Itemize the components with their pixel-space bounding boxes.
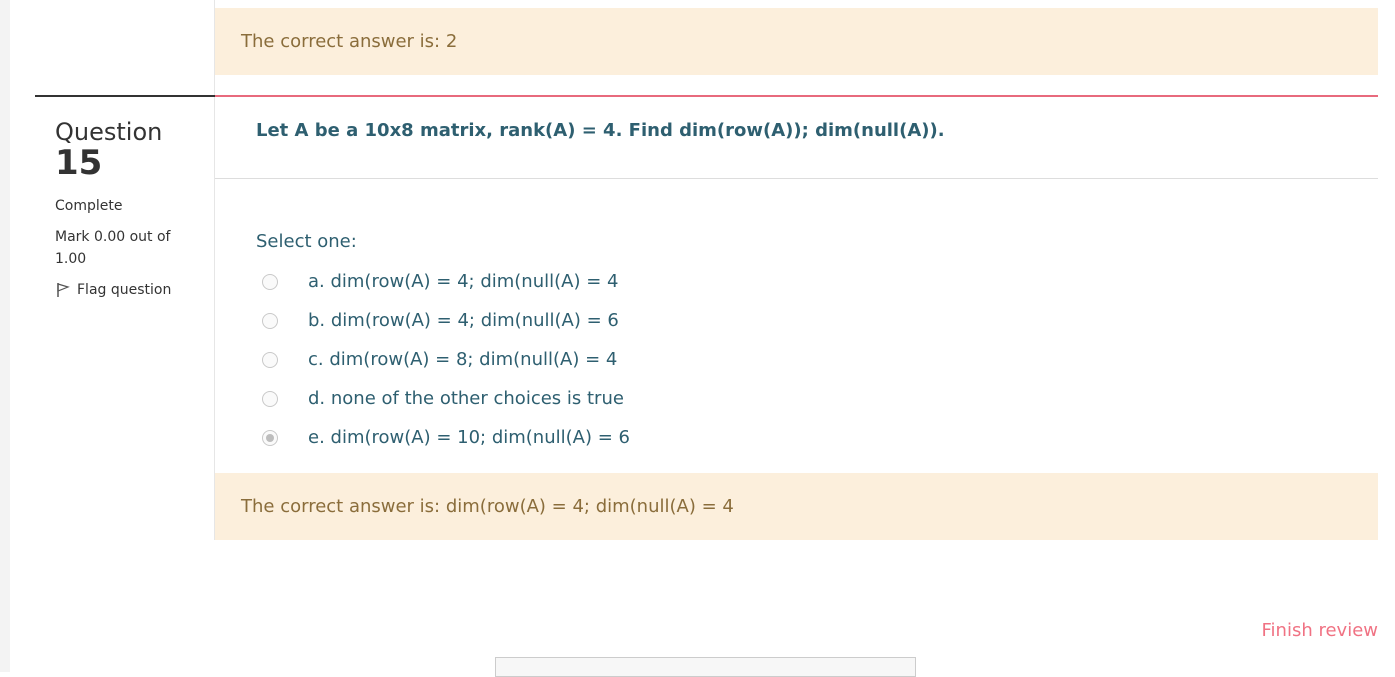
question-grade: Mark 0.00 out of 1.00 bbox=[55, 229, 171, 267]
question-info: Question 15 Complete Mark 0.00 out of 1.… bbox=[55, 118, 205, 298]
answer-option-label: b. dim(row(A) = 4; dim(null(A) = 6 bbox=[308, 310, 619, 331]
question-number: 15 bbox=[55, 143, 103, 183]
answer-option-a[interactable]: a. dim(row(A) = 4; dim(null(A) = 4 bbox=[262, 262, 862, 301]
radio-button[interactable] bbox=[262, 351, 278, 368]
question-text: Let A be a 10x8 matrix, rank(A) = 4. Fin… bbox=[256, 120, 945, 141]
answer-option-e[interactable]: e. dim(row(A) = 10; dim(null(A) = 6 bbox=[262, 418, 862, 457]
answer-option-label: e. dim(row(A) = 10; dim(null(A) = 6 bbox=[308, 427, 630, 448]
question-label: Question bbox=[55, 118, 163, 146]
answer-options: a. dim(row(A) = 4; dim(null(A) = 4 b. di… bbox=[262, 262, 862, 457]
answer-option-b[interactable]: b. dim(row(A) = 4; dim(null(A) = 6 bbox=[262, 301, 862, 340]
answer-prompt: Select one: bbox=[256, 231, 357, 252]
flag-question-label: Flag question bbox=[77, 282, 172, 298]
content-divider bbox=[214, 0, 215, 540]
correct-answer: The correct answer is: dim(row(A) = 4; d… bbox=[241, 496, 734, 517]
question-state: Complete bbox=[55, 198, 123, 214]
radio-button[interactable] bbox=[262, 429, 278, 446]
answer-option-label: a. dim(row(A) = 4; dim(null(A) = 4 bbox=[308, 271, 619, 292]
flag-icon bbox=[55, 282, 71, 298]
answer-option-label: c. dim(row(A) = 8; dim(null(A) = 4 bbox=[308, 349, 618, 370]
question-text-divider bbox=[215, 178, 1378, 179]
radio-button[interactable] bbox=[262, 390, 278, 407]
info-top-rule bbox=[35, 95, 215, 97]
flag-question-button[interactable]: Flag question bbox=[55, 282, 205, 298]
radio-button[interactable] bbox=[262, 273, 278, 290]
answer-option-label: d. none of the other choices is true bbox=[308, 388, 624, 409]
previous-question-feedback: The correct answer is: 2 bbox=[215, 8, 1378, 75]
page-gutter bbox=[0, 0, 10, 672]
bottom-panel bbox=[495, 657, 916, 677]
answer-option-d[interactable]: d. none of the other choices is true bbox=[262, 379, 862, 418]
question-feedback: The correct answer is: dim(row(A) = 4; d… bbox=[215, 473, 1378, 540]
finish-review-link[interactable]: Finish review bbox=[1262, 620, 1379, 641]
previous-correct-answer: The correct answer is: 2 bbox=[241, 31, 458, 52]
answer-option-c[interactable]: c. dim(row(A) = 8; dim(null(A) = 4 bbox=[262, 340, 862, 379]
content-top-rule bbox=[215, 95, 1378, 97]
radio-button[interactable] bbox=[262, 312, 278, 329]
